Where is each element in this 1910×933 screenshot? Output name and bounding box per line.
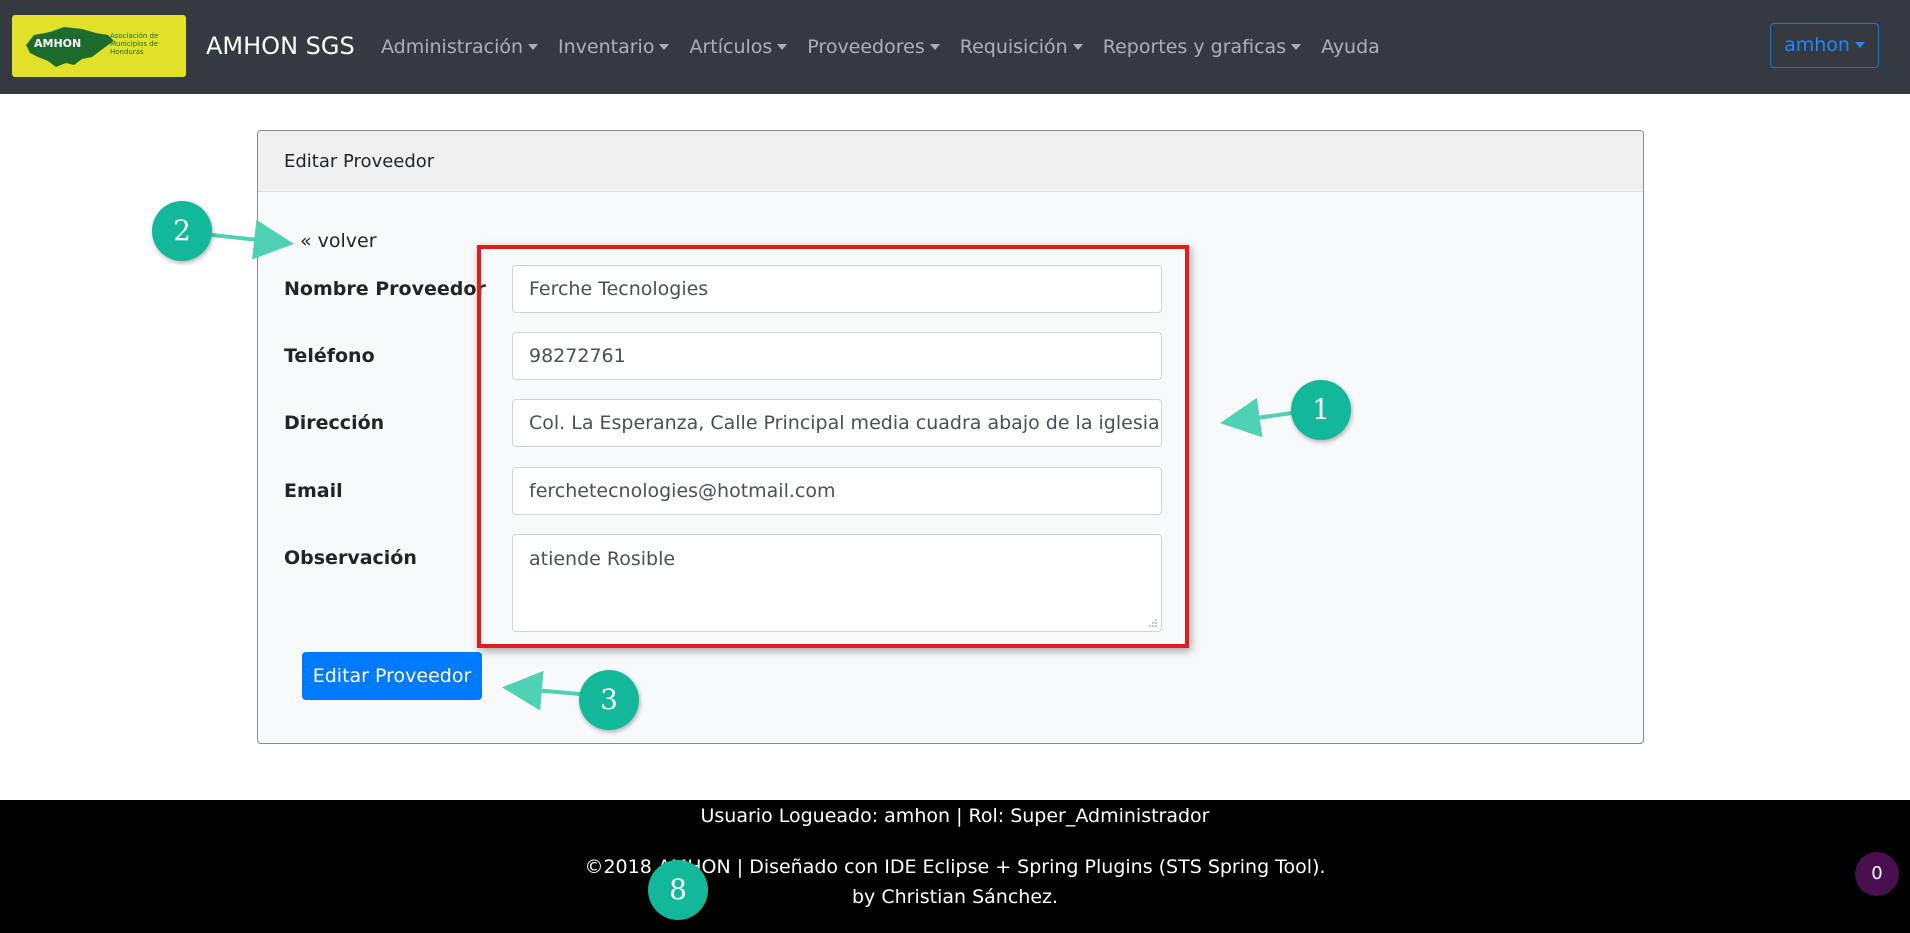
arrow-1 — [1220, 397, 1293, 438]
arrow-2 — [211, 219, 294, 260]
annotation-arrows — [211, 219, 1293, 711]
footer-copyright: ©2018 AMHON | Diseñado con IDE Eclipse +… — [584, 856, 1326, 878]
footer-user-info: Usuario Logueado: amhon | Rol: Super_Adm… — [700, 805, 1210, 827]
step-marker-1: 1 — [1291, 380, 1351, 440]
step-marker-3: 3 — [579, 670, 639, 730]
step-marker-2: 2 — [152, 201, 212, 261]
notification-badge[interactable]: 0 — [1855, 852, 1899, 896]
footer-author: by Christian Sánchez. — [851, 886, 1059, 908]
page-footer: Usuario Logueado: amhon | Rol: Super_Adm… — [0, 800, 1910, 933]
arrow-3 — [502, 670, 581, 711]
step-marker-8: 8 — [648, 860, 708, 920]
